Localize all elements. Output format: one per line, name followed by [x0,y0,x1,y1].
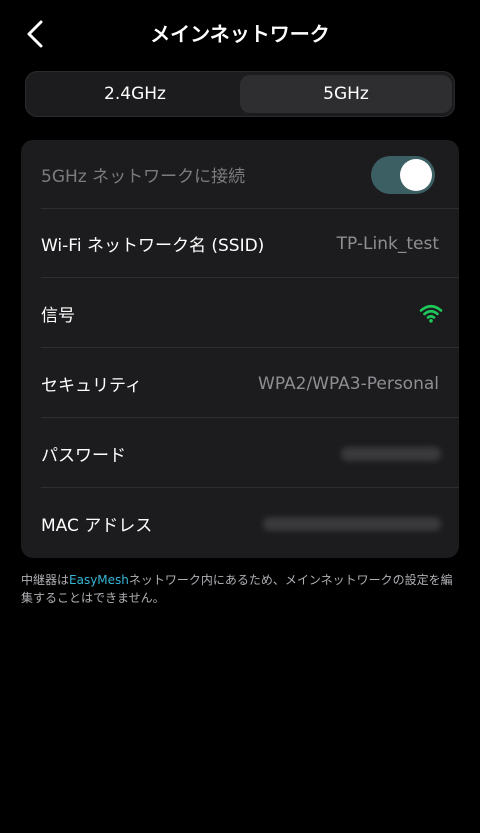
ssid-label: Wi-Fi ネットワーク名 (SSID) [41,236,265,256]
screen: メインネットワーク 2.4GHz 5GHz 5GHz ネットワークに接続 Wi-… [0,0,480,833]
ssid-row[interactable]: Wi-Fi ネットワーク名 (SSID) TP-Link_test [21,209,459,278]
security-label: セキュリティ [41,376,142,396]
mac-address-row: MAC アドレス [21,489,459,558]
settings-card: 5GHz ネットワークに接続 Wi-Fi ネットワーク名 (SSID) TP-L… [21,140,459,558]
enable-network-label: 5GHz ネットワークに接続 [41,167,246,187]
wifi-icon [419,304,443,323]
easymesh-link[interactable]: EasyMesh [69,573,129,587]
divider [41,487,459,488]
password-row[interactable]: パスワード [21,419,459,488]
tab-5ghz[interactable]: 5GHz [240,75,452,113]
page-title: メインネットワーク [150,22,330,46]
note-prefix: 中継器は [21,573,70,587]
toggle-knob [400,159,432,191]
info-note: 中継器はEasyMeshネットワーク内にあるため、メインネットワークの設定を編集… [21,571,461,607]
divider [41,277,459,278]
signal-row: 信号 [21,279,459,348]
divider [41,417,459,418]
security-row[interactable]: セキュリティ WPA2/WPA3-Personal [21,349,459,418]
mac-address-value-redacted [263,516,441,531]
mac-address-label: MAC アドレス [41,516,153,536]
security-value: WPA2/WPA3-Personal [258,373,439,394]
enable-network-row: 5GHz ネットワークに接続 [21,140,459,209]
signal-label: 信号 [41,306,75,326]
band-segmented-control: 2.4GHz 5GHz [25,71,455,117]
enable-network-toggle[interactable] [371,156,435,194]
divider [41,347,459,348]
password-value-redacted [341,446,441,461]
tab-2-4ghz[interactable]: 2.4GHz [29,75,241,113]
ssid-value: TP-Link_test [336,233,439,254]
password-label: パスワード [41,446,126,466]
header: メインネットワーク [0,0,480,64]
